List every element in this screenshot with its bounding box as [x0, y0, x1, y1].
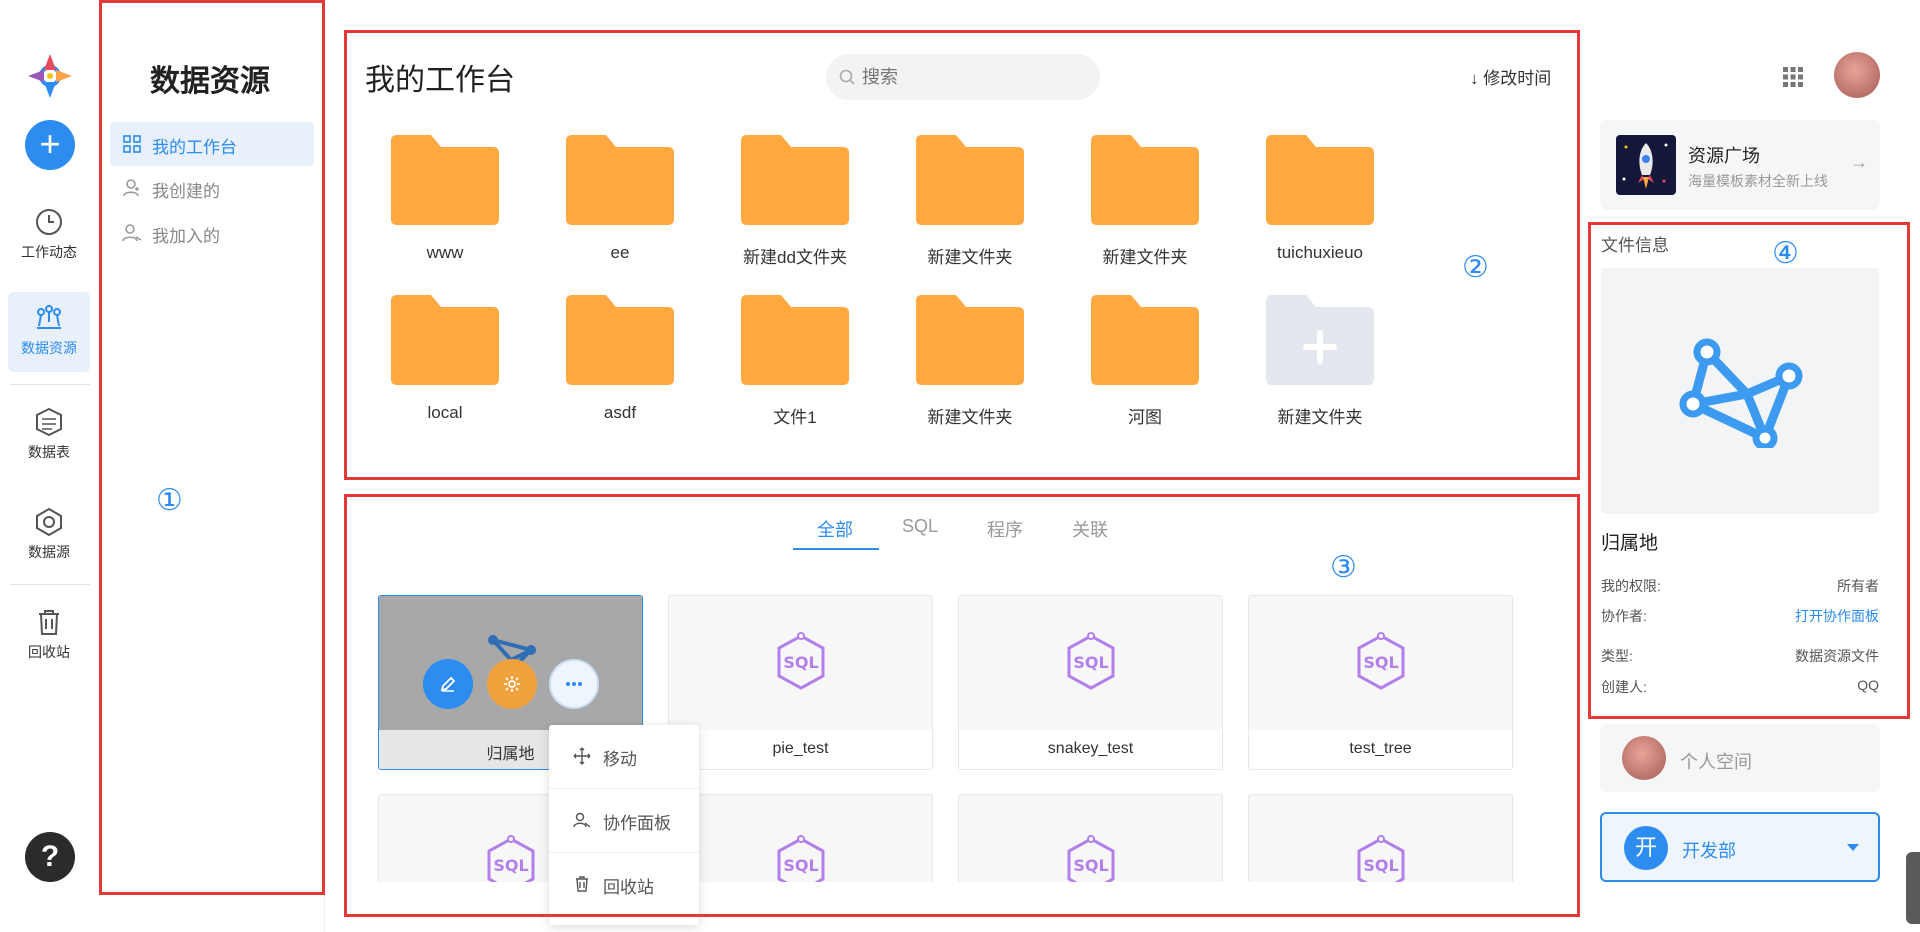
annotation-box-3: [344, 494, 1580, 917]
rail-item-data-resources[interactable]: 数据资源: [8, 292, 90, 372]
rocket-image: [1616, 135, 1676, 195]
side-widget-tab[interactable]: [1906, 852, 1920, 924]
app-window: + 工作动态 数据资源 数据表 数据源 回收站 ? 数据资源 我的工作台 我创建…: [0, 0, 1920, 932]
annotation-box-2: [344, 30, 1580, 480]
team-name: 开发部: [1682, 841, 1736, 861]
rail-item-data-tables[interactable]: 数据表: [8, 396, 90, 476]
rail-item-label: 数据资源: [21, 340, 77, 356]
rail-divider: [10, 384, 90, 385]
team-avatar: 开: [1624, 826, 1668, 870]
rail-item-label: 数据源: [28, 544, 70, 560]
hexagon-source-icon: [36, 507, 62, 537]
chevron-down-icon: [1847, 844, 1859, 851]
annotation-number-4: ④: [1772, 236, 1799, 271]
rail-divider: [10, 584, 90, 585]
user-avatar[interactable]: [1834, 52, 1880, 98]
promo-title: 资源广场: [1688, 146, 1760, 166]
help-button[interactable]: ?: [25, 832, 75, 882]
clock-icon: [36, 209, 62, 235]
app-logo: [28, 54, 72, 98]
promo-subtitle: 海量模板素材全新上线: [1688, 173, 1828, 189]
rail-item-data-sources[interactable]: 数据源: [8, 496, 90, 576]
rocket-icon: [1622, 143, 1668, 189]
apps-grid-icon[interactable]: [1782, 66, 1804, 88]
trash-icon: [39, 610, 59, 635]
rail-item-activity[interactable]: 工作动态: [8, 196, 90, 276]
rail-item-label: 工作动态: [21, 244, 77, 260]
add-button[interactable]: +: [25, 120, 75, 170]
rail-item-label: 回收站: [28, 644, 70, 660]
rail-item-label: 数据表: [28, 444, 70, 460]
rail-item-recycle-bin[interactable]: 回收站: [8, 596, 90, 676]
avatar: [1622, 736, 1666, 780]
arrow-right-icon: →: [1850, 152, 1868, 172]
annotation-box-1: [99, 0, 325, 895]
cube-icon: [36, 407, 62, 437]
team-selector[interactable]: 开 开发部: [1600, 812, 1880, 882]
annotation-box-4: [1588, 222, 1910, 719]
resource-plaza-banner[interactable]: 资源广场 海量模板素材全新上线 →: [1600, 120, 1880, 210]
annotation-number-2: ②: [1462, 250, 1489, 285]
annotation-number-1: ①: [156, 483, 183, 518]
annotation-number-3: ③: [1330, 550, 1357, 585]
personal-space-label: 个人空间: [1680, 752, 1752, 772]
network-icon: [37, 305, 61, 329]
left-rail: + 工作动态 数据资源 数据表 数据源 回收站 ?: [0, 0, 100, 932]
personal-space-switch[interactable]: 个人空间: [1600, 724, 1880, 792]
